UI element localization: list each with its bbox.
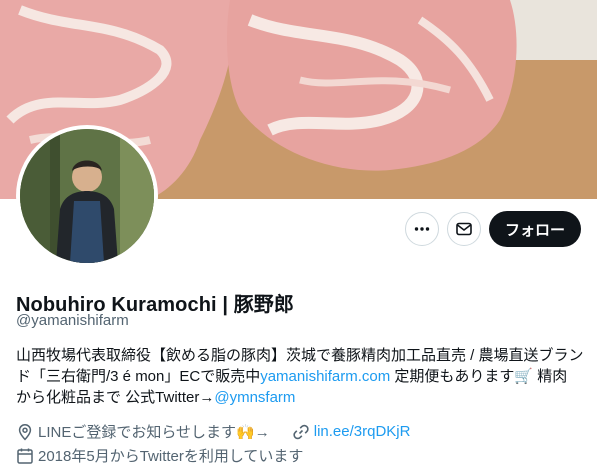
- more-button[interactable]: [404, 212, 439, 246]
- bio-website-link[interactable]: yamanishifarm.com: [260, 368, 390, 385]
- mail-icon: [456, 222, 472, 236]
- location-text: LINEご登録でお知らせします🙌→: [38, 424, 270, 441]
- joined-row: 2018年5月からTwitterを利用しています: [16, 445, 303, 466]
- joined-date: 2018年5月からTwitterを利用しています: [38, 448, 304, 465]
- bio-line-3: から化粧品まで 公式Twitter→@ymnsfarm: [16, 387, 586, 408]
- more-icon: [414, 227, 430, 231]
- bio-text: から化粧品まで 公式Twitter→: [16, 389, 215, 406]
- follow-button[interactable]: フォロー: [488, 211, 581, 247]
- calendar-icon: [17, 448, 33, 464]
- bio-line-2: ド「三右衛門/3 é mon」ECで販売中yamanishifarm.com 定…: [16, 366, 586, 387]
- website-link[interactable]: lin.ee/3rqDKjR: [314, 423, 411, 440]
- link-icon: [293, 424, 309, 439]
- bio-line-1: 山西牧場代表取締役【飲める脂の豚肉】茨城で養豚精肉加工品直売 / 農場直送ブラン: [16, 347, 584, 364]
- profile-meta-row: LINEご登録でお知らせします🙌→ lin.ee/3rqDKjR: [16, 421, 410, 442]
- bio-text: 定期便もあります🛒 精肉: [390, 368, 568, 385]
- user-handle: @yamanishifarm: [16, 312, 129, 329]
- bio-text: ド「三右衛門/3 é mon」ECで販売中: [16, 368, 261, 385]
- profile-avatar[interactable]: [16, 125, 158, 267]
- avatar-photo: [20, 129, 154, 263]
- message-button[interactable]: [446, 212, 481, 246]
- bio-mention-link[interactable]: @ymnsfarm: [214, 389, 295, 406]
- profile-bio: 山西牧場代表取締役【飲める脂の豚肉】茨城で養豚精肉加工品直売 / 農場直送ブラン…: [16, 345, 586, 408]
- location-icon: [18, 423, 32, 440]
- profile-actions: フォロー: [404, 211, 581, 247]
